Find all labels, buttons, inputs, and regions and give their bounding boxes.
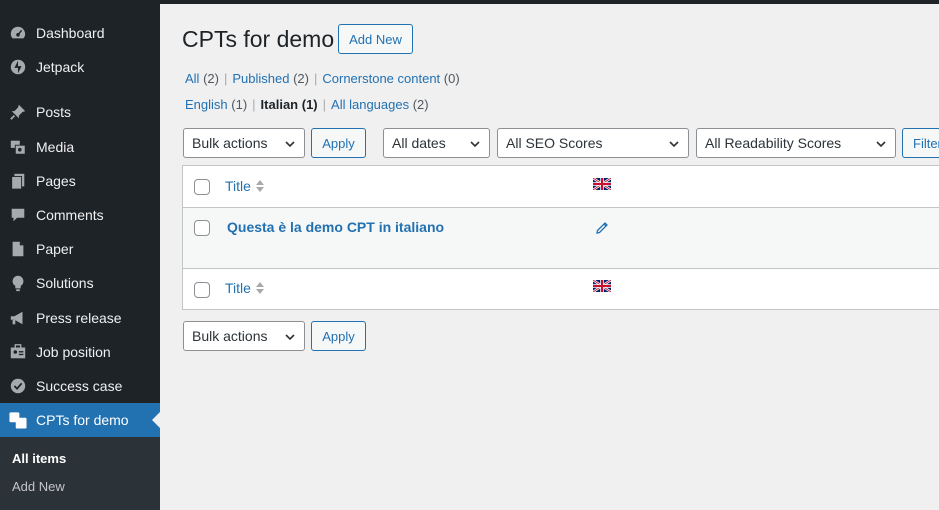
sidebar-item-label: Solutions bbox=[36, 275, 94, 291]
filter-all[interactable]: All bbox=[185, 71, 199, 86]
language-filters: English (1) | Italian (1) | All languages (2… bbox=[185, 97, 429, 112]
filter-button[interactable]: Filter bbox=[902, 128, 939, 158]
dates-value: All dates bbox=[392, 135, 446, 151]
sidebar-item-media[interactable]: Media bbox=[0, 130, 160, 164]
filter-published-count: (2) bbox=[293, 71, 309, 86]
sort-icon bbox=[255, 180, 264, 192]
sidebar-submenu: All items Add New bbox=[0, 437, 160, 510]
current-menu-indicator bbox=[152, 412, 160, 428]
title-column-footer[interactable]: Title bbox=[225, 280, 265, 296]
dashboard-icon bbox=[8, 23, 28, 43]
sidebar-item-label: Dashboard bbox=[36, 25, 105, 41]
media-icon bbox=[8, 137, 28, 157]
title-column-label: Title bbox=[225, 280, 251, 296]
status-filters: All (2) | Published (2) | Cornerstone conten… bbox=[185, 71, 460, 86]
uk-flag-icon bbox=[593, 280, 611, 292]
select-all-checkbox-bottom[interactable] bbox=[194, 282, 210, 298]
uk-flag-icon bbox=[593, 178, 611, 190]
sidebar-item-label: Media bbox=[36, 139, 75, 155]
comment-icon bbox=[8, 205, 28, 225]
table-header-row: Title bbox=[183, 166, 939, 208]
chevron-down-icon bbox=[470, 141, 480, 148]
row-checkbox[interactable] bbox=[194, 220, 210, 236]
dates-select[interactable]: All dates bbox=[383, 128, 490, 158]
sidebar-item-label: Jetpack bbox=[36, 59, 85, 75]
chevron-down-icon bbox=[669, 141, 679, 148]
filter-all-languages[interactable]: All languages bbox=[331, 97, 409, 112]
submenu-all-items[interactable]: All items bbox=[12, 451, 66, 466]
filter-separator: | bbox=[313, 71, 318, 86]
filter-separator: | bbox=[322, 97, 327, 112]
apply-button-bottom[interactable]: Apply bbox=[311, 321, 366, 351]
sidebar-item-job-position[interactable]: Job position bbox=[0, 335, 160, 369]
filter-english[interactable]: English bbox=[185, 97, 228, 112]
row-title-link[interactable]: Questa è la demo CPT in italiano bbox=[227, 219, 444, 235]
table-footer-row: Title bbox=[183, 269, 939, 310]
bulk-actions-value: Bulk actions bbox=[192, 135, 268, 151]
chevron-down-icon bbox=[876, 141, 886, 148]
main-content: CPTs for demo Add New All (2) | Published … bbox=[160, 4, 939, 510]
page-title: CPTs for demo bbox=[182, 26, 335, 52]
translation-icon: A文 bbox=[8, 410, 28, 430]
sidebar-item-success-case[interactable]: Success case bbox=[0, 369, 160, 403]
sidebar-item-paper[interactable]: Paper bbox=[0, 232, 160, 266]
admin-sidebar: Dashboard Jetpack Posts Media Pages Comm… bbox=[0, 4, 160, 510]
check-circle-icon bbox=[8, 376, 28, 396]
filter-separator: | bbox=[252, 97, 256, 112]
seo-scores-value: All SEO Scores bbox=[506, 135, 603, 151]
sidebar-item-comments[interactable]: Comments bbox=[0, 198, 160, 232]
sidebar-item-solutions[interactable]: Solutions bbox=[0, 266, 160, 300]
chevron-down-icon bbox=[285, 334, 295, 341]
sidebar-item-label: Pages bbox=[36, 173, 76, 189]
filter-cornerstone[interactable]: Cornerstone content bbox=[322, 71, 440, 86]
posts-table: Title Questa è la demo CPT in italiano T… bbox=[182, 165, 939, 310]
sidebar-item-jetpack[interactable]: Jetpack bbox=[0, 50, 160, 84]
sidebar-item-label: Paper bbox=[36, 241, 74, 257]
svg-text:A: A bbox=[12, 413, 17, 422]
pencil-icon[interactable] bbox=[594, 220, 610, 236]
chevron-down-icon bbox=[285, 141, 295, 148]
filter-all-count: (2) bbox=[203, 71, 219, 86]
sidebar-item-dashboard[interactable]: Dashboard bbox=[0, 16, 160, 50]
readability-scores-select[interactable]: All Readability Scores bbox=[696, 128, 896, 158]
table-row: Questa è la demo CPT in italiano bbox=[183, 208, 939, 269]
filter-english-count: (1) bbox=[231, 97, 248, 112]
filter-separator: | bbox=[223, 71, 228, 86]
id-card-icon bbox=[8, 342, 28, 362]
bulk-actions-value: Bulk actions bbox=[192, 328, 268, 344]
filter-cornerstone-count: (0) bbox=[443, 71, 460, 86]
sidebar-item-label: Success case bbox=[36, 378, 123, 394]
megaphone-icon bbox=[8, 308, 28, 328]
sidebar-item-posts[interactable]: Posts bbox=[0, 95, 160, 129]
apply-button-top[interactable]: Apply bbox=[311, 128, 366, 158]
sidebar-item-label: Job position bbox=[36, 344, 111, 360]
pin-icon bbox=[8, 102, 28, 122]
jetpack-icon bbox=[8, 57, 28, 77]
title-column-label: Title bbox=[225, 178, 251, 194]
sidebar-item-pages[interactable]: Pages bbox=[0, 164, 160, 198]
pages-icon bbox=[8, 171, 28, 191]
svg-text:文: 文 bbox=[18, 419, 25, 428]
seo-scores-select[interactable]: All SEO Scores bbox=[497, 128, 689, 158]
readability-scores-value: All Readability Scores bbox=[705, 135, 842, 151]
submenu-add-new[interactable]: Add New bbox=[12, 479, 65, 494]
filter-italian-count: (1) bbox=[301, 97, 318, 112]
bulk-actions-select-top[interactable]: Bulk actions bbox=[183, 128, 305, 158]
title-column-header[interactable]: Title bbox=[225, 178, 265, 194]
sidebar-item-press-release[interactable]: Press release bbox=[0, 301, 160, 335]
bulk-actions-select-bottom[interactable]: Bulk actions bbox=[183, 321, 305, 351]
sidebar-item-cpts-for-demo[interactable]: A文 CPTs for demo bbox=[0, 403, 160, 437]
sidebar-item-label: Posts bbox=[36, 104, 72, 120]
document-icon bbox=[8, 239, 28, 259]
filter-italian: Italian bbox=[260, 97, 299, 112]
add-new-button[interactable]: Add New bbox=[338, 24, 413, 54]
filter-all-languages-count: (2) bbox=[412, 97, 429, 112]
filter-published[interactable]: Published bbox=[232, 71, 289, 86]
sort-icon bbox=[255, 282, 264, 294]
lightbulb-icon bbox=[8, 273, 28, 293]
select-all-checkbox[interactable] bbox=[194, 179, 210, 195]
sidebar-item-label: Press release bbox=[36, 310, 122, 326]
sidebar-item-label: Comments bbox=[36, 207, 104, 223]
sidebar-item-label: CPTs for demo bbox=[36, 412, 129, 428]
